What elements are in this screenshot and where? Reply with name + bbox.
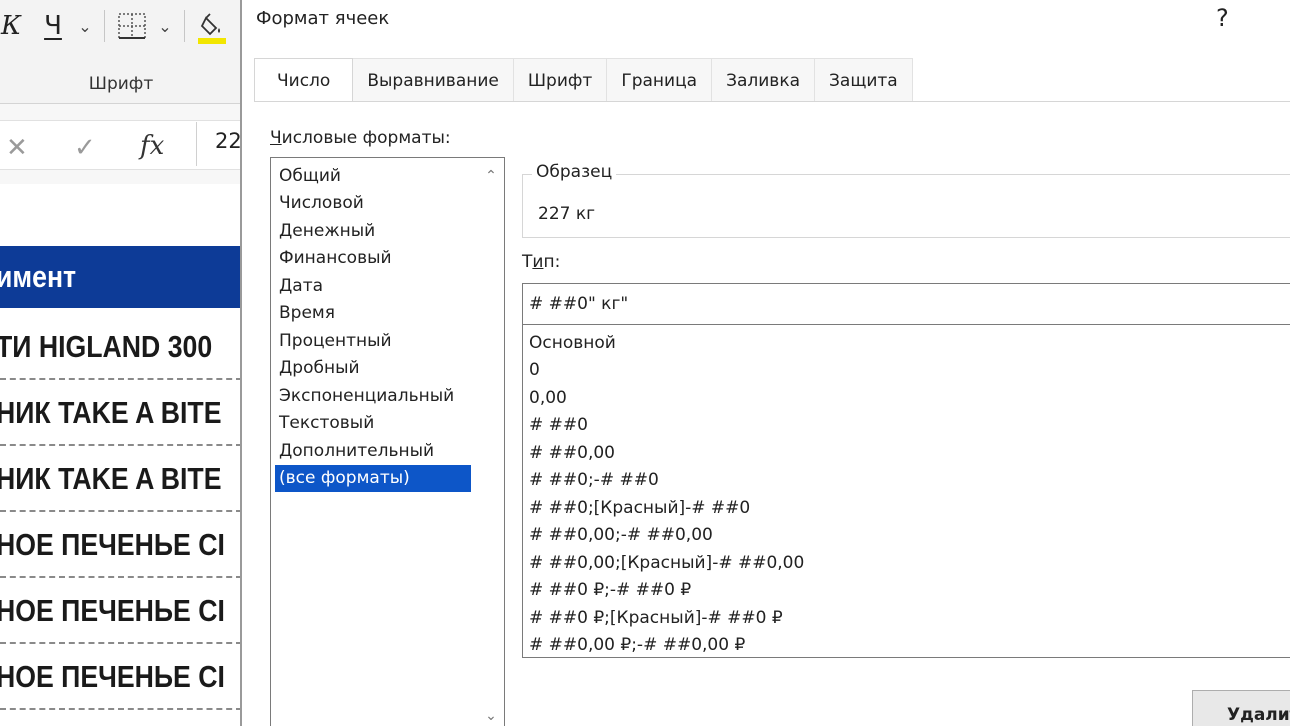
format-item-time[interactable]: Время bbox=[275, 300, 471, 327]
underline-button[interactable]: Ч bbox=[38, 6, 68, 46]
cell-text: НОЕ ПЕЧЕНЬЕ СI bbox=[0, 593, 225, 628]
ribbon-divider bbox=[104, 10, 105, 42]
sample-value: 227 кг bbox=[538, 204, 596, 224]
tab-protection[interactable]: Защита bbox=[815, 58, 913, 102]
chevron-down-icon[interactable]: ⌄ bbox=[478, 708, 504, 724]
format-item-custom[interactable]: (все форматы) bbox=[275, 465, 471, 492]
formula-bar: ✕ ✓ fx 22 bbox=[0, 104, 242, 184]
format-item-number[interactable]: Числовой bbox=[275, 190, 471, 217]
cell-text: НОЕ ПЕЧЕНЬЕ СI bbox=[0, 659, 225, 694]
format-item-fraction[interactable]: Дробный bbox=[275, 355, 471, 382]
ribbon-group-label: Шрифт bbox=[88, 74, 154, 94]
list-item[interactable]: # ##0;-# ##0 bbox=[529, 467, 659, 494]
fill-color-icon bbox=[200, 13, 220, 36]
label-text: исловые форматы: bbox=[281, 128, 451, 148]
tab-font[interactable]: Шрифт bbox=[513, 58, 608, 102]
number-formats-list[interactable]: Общий Числовой Денежный Финансовый Дата … bbox=[270, 157, 505, 726]
cell-text: НИК TAKE A BITE bbox=[0, 395, 222, 430]
list-item[interactable]: # ##0,00;-# ##0,00 bbox=[529, 522, 713, 549]
table-row[interactable]: НОЕ ПЕЧЕНЬЕ СI bbox=[0, 578, 242, 644]
dialog-tabs: Число Выравнивание Шрифт Граница Заливка… bbox=[254, 58, 913, 102]
delete-button[interactable]: Удалить bbox=[1192, 690, 1290, 726]
format-item-percentage[interactable]: Процентный bbox=[275, 328, 471, 355]
formula-input[interactable]: 22 bbox=[196, 122, 242, 166]
italic-button[interactable]: К bbox=[0, 6, 22, 46]
formats-scrollbar[interactable]: ⌃ ⌄ bbox=[478, 158, 504, 726]
cell-text: НОЕ ПЕЧЕНЬЕ СI bbox=[0, 527, 225, 562]
type-label: Тип: bbox=[522, 252, 560, 272]
cell-text: НИК TAKE A BITE bbox=[0, 461, 222, 496]
enter-icon[interactable]: ✓ bbox=[74, 133, 96, 163]
label-text: Т bbox=[522, 252, 533, 272]
sample-label: Образец bbox=[532, 162, 617, 182]
list-item[interactable]: # ##0,00 bbox=[529, 440, 615, 467]
format-item-text[interactable]: Текстовый bbox=[275, 410, 471, 437]
list-item[interactable]: # ##0 ₽;-# ##0 ₽ bbox=[529, 577, 691, 604]
list-item[interactable]: # ##0 ₽;[Красный]-# ##0 ₽ bbox=[529, 605, 783, 632]
tab-divider bbox=[254, 101, 1290, 102]
tab-number[interactable]: Число bbox=[254, 58, 354, 102]
borders-icon bbox=[118, 13, 146, 39]
table-row[interactable]: НИК TAKE A BITE bbox=[0, 446, 242, 512]
table-row[interactable]: НИК TAKE A BITE bbox=[0, 380, 242, 446]
tab-fill[interactable]: Заливка bbox=[712, 58, 816, 102]
table-row[interactable]: ТИ HIGLAND 300 bbox=[0, 314, 242, 380]
type-input[interactable]: # ##0" кг" bbox=[522, 283, 1290, 325]
list-item[interactable]: # ##0,00 ₽;-# ##0,00 ₽ bbox=[529, 632, 745, 657]
chevron-down-icon[interactable]: ⌄ bbox=[74, 6, 96, 46]
label-text: п: bbox=[543, 252, 561, 272]
format-item-special[interactable]: Дополнительный bbox=[275, 438, 471, 465]
tab-alignment[interactable]: Выравнивание bbox=[353, 58, 514, 102]
list-item[interactable]: 0 bbox=[529, 357, 540, 384]
list-item[interactable]: # ##0;[Красный]-# ##0 bbox=[529, 495, 750, 522]
format-cells-dialog: Формат ячеек ? Число Выравнивание Шрифт … bbox=[240, 0, 1290, 726]
cancel-icon[interactable]: ✕ bbox=[6, 133, 28, 163]
number-formats-label: Числовые форматы: bbox=[270, 128, 451, 148]
format-item-scientific[interactable]: Экспоненциальный bbox=[275, 383, 471, 410]
format-item-date[interactable]: Дата bbox=[275, 273, 471, 300]
help-button[interactable]: ? bbox=[1216, 4, 1229, 32]
table-header-cell[interactable]: имент bbox=[0, 246, 242, 308]
insert-function-icon[interactable]: fx bbox=[140, 131, 164, 161]
list-item[interactable]: # ##0 bbox=[529, 412, 588, 439]
list-item[interactable]: # ##0,00;[Красный]-# ##0,00 bbox=[529, 550, 804, 577]
chevron-down-icon[interactable]: ⌄ bbox=[154, 6, 176, 46]
fill-color-swatch bbox=[198, 38, 226, 44]
list-item[interactable]: Основной bbox=[529, 330, 616, 357]
borders-button[interactable] bbox=[112, 6, 152, 46]
label-accelerator: Ч bbox=[270, 128, 282, 148]
label-accelerator: и bbox=[532, 252, 544, 272]
table-row[interactable]: НОЕ ПЕЧЕНЬЕ СI bbox=[0, 512, 242, 578]
table-row[interactable]: НОЕ ПЕЧЕНЬЕ СI bbox=[0, 644, 242, 710]
ribbon-divider bbox=[184, 10, 185, 42]
cell-text: ТИ HIGLAND 300 bbox=[0, 329, 213, 364]
header-text: имент bbox=[0, 259, 77, 294]
list-item[interactable]: 0,00 bbox=[529, 385, 567, 412]
format-item-currency[interactable]: Денежный bbox=[275, 218, 471, 245]
sample-group bbox=[522, 174, 1290, 238]
dialog-title: Формат ячеек bbox=[256, 8, 390, 29]
format-codes-list[interactable]: Основной 0 0,00 # ##0 # ##0,00 # ##0;-# … bbox=[522, 324, 1290, 658]
tab-border[interactable]: Граница bbox=[607, 58, 713, 102]
format-item-general[interactable]: Общий bbox=[275, 163, 471, 190]
worksheet: имент ТИ HIGLAND 300 НИК TAKE A BITE НИК… bbox=[0, 184, 242, 726]
chevron-up-icon[interactable]: ⌃ bbox=[478, 168, 504, 184]
format-item-accounting[interactable]: Финансовый bbox=[275, 245, 471, 272]
ribbon-font-group: К Ч ⌄ ⌄ Шрифт bbox=[0, 0, 242, 104]
